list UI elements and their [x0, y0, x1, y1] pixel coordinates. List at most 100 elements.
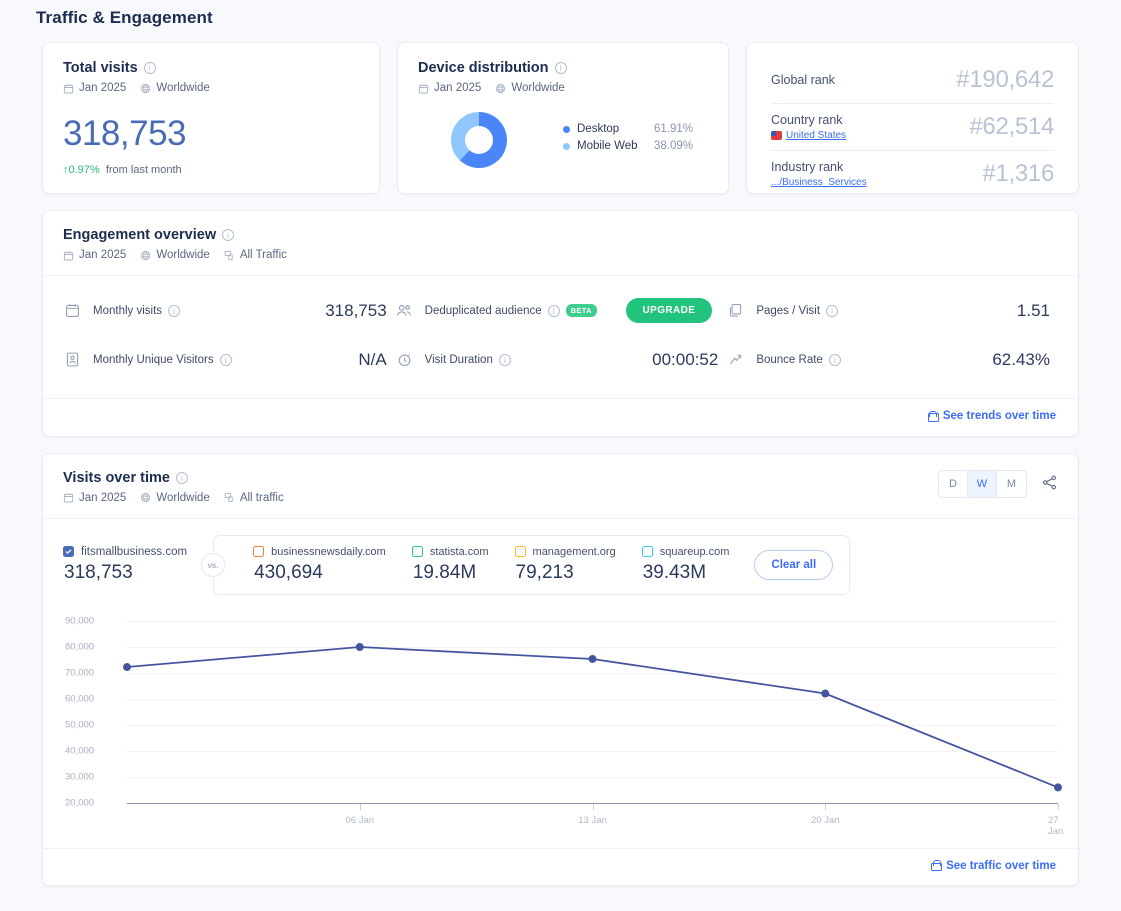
info-icon[interactable]: i [168, 304, 181, 317]
info-icon[interactable]: i [219, 353, 232, 366]
vs-badge: vs. [201, 552, 226, 577]
info-icon[interactable]: i [547, 304, 560, 317]
metric-label: Monthly Unique Visitors i [93, 353, 232, 366]
globe-icon [495, 83, 506, 94]
competitor-name: businessnewsdaily.com [271, 545, 386, 558]
engagement-date: Jan 2025 [79, 249, 127, 261]
see-traffic-label: See traffic over time [946, 859, 1056, 872]
device-distribution-geo: Worldwide [511, 82, 565, 94]
engagement-footer: See trends over time [43, 398, 1078, 436]
data-point[interactable] [588, 654, 597, 663]
total-visits-meta: Jan 2025 Worldwide [63, 82, 359, 94]
legend-color-swatch [563, 142, 570, 150]
page-title: Traffic & Engagement [36, 8, 213, 27]
clear-all-button[interactable]: Clear all [754, 549, 834, 580]
metric-value: 1.51 [1016, 300, 1050, 320]
globe-icon [140, 250, 151, 261]
industry-rank-value: #1,316 [982, 160, 1054, 187]
data-point[interactable] [1054, 782, 1062, 791]
globe-icon [140, 492, 151, 503]
bounce-icon [726, 350, 745, 369]
competitor-item[interactable]: management.org 79,213 [502, 546, 629, 584]
metric-label-text: Monthly visits [93, 304, 163, 317]
calendar-icon [63, 83, 74, 94]
granularity-month[interactable]: M [997, 471, 1026, 497]
engagement-metrics-grid: Monthly visits i 318,753 Deduplicated au… [43, 276, 1078, 398]
delta-suffix: from last month [105, 164, 182, 176]
device-distribution-body: Desktop 61.91% Mobile Web 38.09% [418, 112, 708, 168]
visits-over-time-traffic: All traffic [239, 491, 284, 504]
global-rank-row: Global rank #190,642 [771, 57, 1054, 103]
ranks-card: Global rank #190,642 Country rank United… [746, 42, 1079, 194]
legend-label: Desktop [577, 123, 620, 135]
upgrade-button[interactable]: UPGRADE [625, 298, 713, 323]
metric-value: 318,753 [325, 300, 387, 320]
industry-rank-sub: .../Business_Services [771, 177, 867, 188]
metric-label-text: Visit Duration [424, 353, 493, 366]
engagement-header: Engagement overview i Jan 2025 Worldwide… [43, 211, 1078, 276]
device-distribution-title: Device distribution i [418, 60, 708, 76]
id-card-icon [63, 350, 82, 369]
country-link[interactable]: United States [786, 130, 846, 141]
info-icon[interactable]: i [498, 353, 511, 366]
metric-deduplicated-audience: Deduplicated audience i BETA UPGRADE [395, 286, 727, 335]
checkbox-checked-icon[interactable] [63, 546, 74, 557]
metric-label: Monthly visits i [93, 304, 181, 317]
competitor-item[interactable]: businessnewsdaily.com 430,694 [240, 546, 399, 584]
competitors-box: businessnewsdaily.com 430,694 statista.c… [213, 534, 851, 595]
visits-over-time-meta: Jan 2025 Worldwide All traffic [63, 492, 284, 504]
legend-item: Desktop 61.91% [563, 123, 693, 135]
competitor-color-swatch[interactable] [514, 546, 526, 557]
granularity-day[interactable]: D [939, 470, 968, 497]
share-icon[interactable] [1041, 474, 1058, 496]
info-icon[interactable]: i [828, 353, 841, 366]
data-point[interactable] [821, 689, 830, 698]
info-icon[interactable]: i [826, 304, 839, 317]
granularity-week[interactable]: W [968, 470, 997, 497]
device-distribution-title-text: Device distribution [418, 60, 549, 76]
see-trends-over-time-link[interactable]: See trends over time [927, 410, 1056, 422]
info-icon[interactable]: i [222, 229, 235, 241]
visits-line-chart[interactable]: 90,000 80,000 70,000 60,000 50,000 40,000 30,0… [43, 613, 1078, 848]
engagement-title: Engagement overview i [63, 227, 1058, 243]
metric-label: Deduplicated audience i BETA [425, 304, 597, 317]
data-point[interactable] [355, 642, 364, 651]
legend-value: 61.91% [654, 123, 694, 135]
legend-color-swatch [563, 125, 570, 133]
legend-value: 38.09% [654, 140, 694, 152]
info-icon[interactable]: i [175, 471, 188, 484]
competitor-item[interactable]: statista.com 19.84M [399, 546, 502, 584]
competitor-color-swatch[interactable] [411, 546, 423, 557]
top-cards-row: Total visits i Jan 2025 Worldwide 318,75… [0, 28, 1121, 194]
self-site-top: fitsmallbusiness.com [63, 546, 187, 558]
self-site-name: fitsmallbusiness.com [81, 545, 188, 558]
total-visits-card: Total visits i Jan 2025 Worldwide 318,75… [42, 42, 380, 194]
metric-label-text: Pages / Visit [756, 304, 821, 317]
granularity-toggle[interactable]: D W M [938, 469, 1027, 498]
competitor-color-swatch[interactable] [253, 546, 265, 557]
calendar-icon [63, 492, 74, 503]
competitor-item[interactable]: squareup.com 39.43M [629, 546, 743, 584]
global-rank-value: #190,642 [956, 66, 1054, 93]
metric-label-text: Bounce Rate [756, 353, 823, 366]
competitor-color-swatch[interactable] [641, 546, 653, 557]
competitor-value: 19.84M [412, 561, 477, 583]
data-point[interactable] [123, 662, 131, 671]
metric-bounce-rate: Bounce Rate i 62.43% [726, 335, 1058, 384]
competitor-top: statista.com [411, 546, 489, 558]
industry-link[interactable]: .../Business_Services [771, 177, 867, 188]
competitor-top: management.org [514, 546, 616, 558]
info-icon[interactable]: i [554, 62, 567, 74]
total-visits-value: 318,753 [63, 114, 187, 153]
see-traffic-over-time-link[interactable]: See traffic over time [931, 860, 1056, 872]
info-icon[interactable]: i [143, 62, 156, 74]
total-visits-delta: ↑0.97% from last month [63, 164, 359, 176]
metric-value: 00:00:52 [652, 349, 719, 369]
competitor-top: businessnewsdaily.com [253, 546, 386, 558]
industry-rank-row: Industry rank .../Business_Services #1,3… [771, 150, 1054, 197]
total-visits-geo: Worldwide [156, 82, 210, 94]
visits-footer: See traffic over time [43, 847, 1078, 886]
competitor-top: squareup.com [641, 546, 729, 558]
see-trends-label: See trends over time [942, 410, 1056, 422]
engagement-geo: Worldwide [156, 249, 210, 261]
